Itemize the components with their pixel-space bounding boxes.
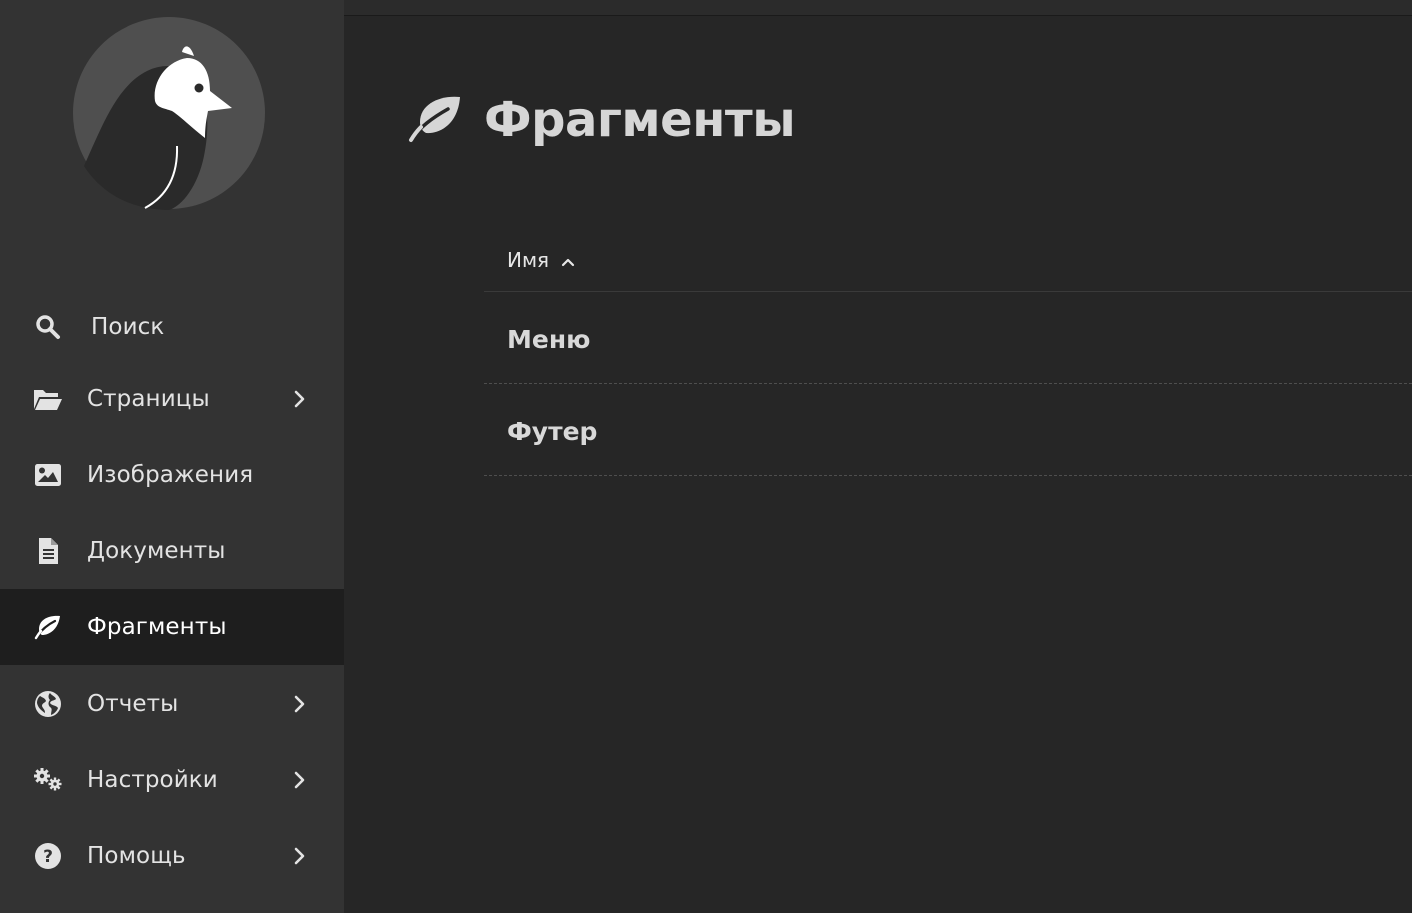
search-icon (33, 312, 63, 342)
snippets-table: Имя Меню Футер (484, 230, 1412, 476)
table-row[interactable]: Меню (484, 292, 1412, 384)
image-icon (33, 460, 63, 490)
sidebar-item-documents[interactable]: Документы (0, 513, 344, 589)
sidebar-item-label: Настройки (87, 767, 218, 793)
chevron-right-icon (294, 771, 305, 789)
page-title: Фрагменты (484, 92, 796, 148)
folder-open-icon (33, 384, 63, 414)
table-row[interactable]: Футер (484, 384, 1412, 476)
sidebar-item-snippets[interactable]: Фрагменты (0, 589, 344, 665)
sidebar-item-label: Документы (87, 538, 226, 564)
sidebar-item-label: Отчеты (87, 691, 179, 717)
sidebar-item-label: Страницы (87, 386, 210, 412)
sidebar-item-pages[interactable]: Страницы (0, 361, 344, 437)
leaf-icon (33, 612, 63, 642)
document-icon (33, 536, 63, 566)
bird-logo-icon (73, 17, 265, 210)
globe-icon (33, 689, 63, 719)
help-icon: ? (33, 841, 63, 871)
sidebar-item-label: Изображения (87, 462, 254, 488)
chevron-right-icon (294, 390, 305, 408)
leaf-icon (409, 96, 460, 142)
top-bar (344, 0, 1412, 15)
svg-text:?: ? (43, 847, 53, 867)
sidebar-item-settings[interactable]: Настройки (0, 742, 344, 818)
wagtail-logo[interactable] (72, 16, 266, 210)
sidebar-item-label: Помощь (87, 843, 186, 869)
sidebar-item-reports[interactable]: Отчеты (0, 666, 344, 742)
snippet-link[interactable]: Меню (507, 325, 590, 354)
sidebar-item-help[interactable]: ? Помощь (0, 818, 344, 894)
top-bar-divider (344, 15, 1412, 16)
column-header-name[interactable]: Имя (484, 230, 1412, 292)
column-header-label: Имя (507, 248, 550, 272)
app-window: Поиск Страницы Изображения Документы Фра… (0, 0, 1412, 913)
sidebar-item-label: Фрагменты (87, 614, 227, 640)
snippet-link[interactable]: Футер (507, 417, 597, 446)
chevron-right-icon (294, 847, 305, 865)
sidebar-item-search[interactable]: Поиск (0, 289, 344, 365)
sidebar: Поиск Страницы Изображения Документы Фра… (0, 0, 344, 913)
sort-ascending-icon (561, 258, 575, 267)
sidebar-item-images[interactable]: Изображения (0, 437, 344, 513)
cogs-icon (33, 765, 63, 795)
chevron-right-icon (294, 695, 305, 713)
sidebar-item-label: Поиск (91, 314, 165, 340)
